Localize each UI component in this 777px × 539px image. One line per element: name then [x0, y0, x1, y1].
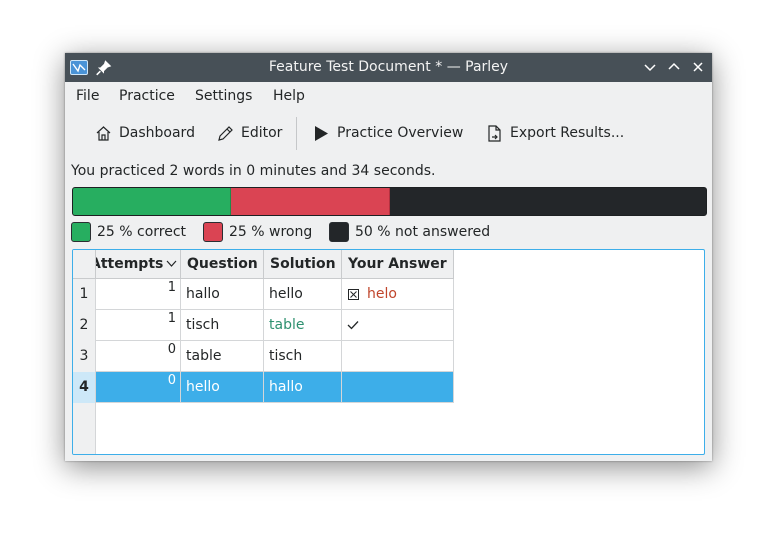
table-cell-attempts[interactable]: 0 [96, 372, 181, 403]
legend-not-answered-label: 50 % not answered [355, 224, 491, 240]
table-cell-attempts[interactable]: 1 [96, 279, 181, 310]
results-table[interactable]: Attempts Question Solution Your Answer 1… [72, 249, 705, 455]
play-icon [315, 126, 328, 141]
toolbar-separator [296, 117, 297, 150]
table-cell-question[interactable]: table [181, 341, 264, 372]
table-cell-solution[interactable]: hello [264, 279, 342, 310]
answer-text: helo [367, 286, 397, 302]
editor-label: Editor [241, 125, 283, 141]
table-cell-question[interactable]: hello [181, 372, 264, 403]
legend-not-answered-swatch [329, 222, 349, 242]
table-cell-solution[interactable]: hallo [264, 372, 342, 403]
minimize-icon[interactable] [641, 58, 659, 76]
export-results-label: Export Results... [510, 125, 625, 141]
row-header-1[interactable]: 1 [73, 279, 95, 310]
table-cell-question[interactable]: hallo [181, 279, 264, 310]
legend-correct-label: 25 % correct [97, 224, 187, 240]
legend-not-answered: 50 % not answered [329, 222, 499, 242]
header-solution[interactable]: Solution [264, 250, 342, 279]
wrong-box-icon [348, 289, 359, 300]
parley-window: Feature Test Document * — Parley File Pr… [65, 53, 712, 461]
solution-text: table [269, 317, 305, 333]
menu-file[interactable]: File [76, 82, 99, 110]
practice-overview-button[interactable]: Practice Overview [313, 113, 468, 153]
table-cell-attempts[interactable]: 1 [96, 310, 181, 341]
practice-summary: You practiced 2 words in 0 minutes and 3… [71, 163, 436, 179]
row-header-3[interactable]: 3 [73, 341, 95, 372]
table-cell-attempts[interactable]: 0 [96, 341, 181, 372]
maximize-icon[interactable] [665, 58, 683, 76]
legend-correct-swatch [71, 222, 91, 242]
export-results-button[interactable]: Export Results... [486, 113, 631, 153]
dashboard-label: Dashboard [119, 125, 195, 141]
pencil-icon [218, 126, 233, 141]
legend-wrong-label: 25 % wrong [229, 224, 313, 240]
progress-correct-segment [73, 188, 232, 215]
home-icon [96, 126, 111, 141]
table-cell-question[interactable]: tisch [181, 310, 264, 341]
legend-wrong: 25 % wrong [203, 222, 323, 242]
table-cell-answer[interactable]: helo [342, 279, 454, 310]
header-question[interactable]: Question [181, 250, 264, 279]
export-document-icon [488, 125, 501, 142]
dashboard-button[interactable]: Dashboard [95, 113, 200, 153]
row-header-4[interactable]: 4 [73, 372, 95, 403]
table-corner[interactable] [73, 250, 96, 279]
practice-overview-label: Practice Overview [337, 125, 464, 141]
menu-practice[interactable]: Practice [119, 82, 175, 110]
main-toolbar: Dashboard Editor Practice Overview Expor… [65, 113, 712, 153]
check-icon [347, 321, 359, 330]
table-cell-answer[interactable] [342, 372, 454, 403]
progress-wrong-segment [231, 188, 390, 215]
table-cell-answer[interactable] [342, 341, 454, 372]
header-attempts-label: Attempts [96, 256, 164, 272]
legend-wrong-swatch [203, 222, 223, 242]
sort-descending-icon [166, 260, 177, 267]
table-cell-answer[interactable] [342, 310, 454, 341]
window-title: Feature Test Document * — Parley [268, 59, 509, 75]
results-progress-bar [72, 187, 707, 216]
progress-not-answered-segment [389, 188, 706, 215]
menu-help[interactable]: Help [273, 82, 305, 110]
menu-bar: File Practice Settings Help [65, 82, 712, 110]
row-header-2[interactable]: 2 [73, 310, 95, 341]
header-attempts[interactable]: Attempts [96, 250, 181, 279]
close-icon[interactable] [689, 58, 707, 76]
title-bar[interactable]: Feature Test Document * — Parley [65, 53, 712, 82]
legend-correct: 25 % correct [71, 222, 201, 242]
table-cell-solution[interactable]: tisch [264, 341, 342, 372]
menu-settings[interactable]: Settings [195, 82, 252, 110]
editor-button[interactable]: Editor [217, 113, 287, 153]
header-your-answer[interactable]: Your Answer [342, 250, 454, 279]
table-cell-solution[interactable]: table [264, 310, 342, 341]
